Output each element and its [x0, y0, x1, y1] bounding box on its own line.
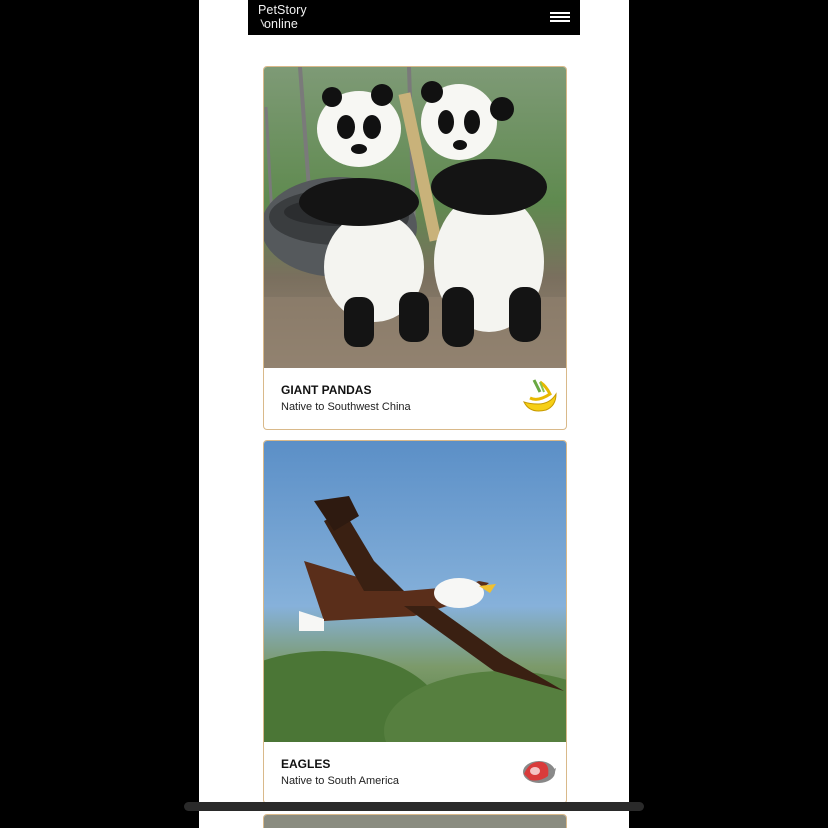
card-subtitle: Native to Southwest China	[281, 401, 411, 413]
pandas-photo	[264, 67, 566, 368]
banana-icon	[523, 379, 557, 412]
horizontal-scrollbar[interactable]	[184, 802, 644, 811]
card-subtitle: Native to South America	[281, 775, 400, 787]
top-navbar: PetStory online	[248, 0, 580, 35]
card-info: GIANT PANDAS Native to Southwest China	[264, 368, 566, 429]
next-card-photo	[264, 815, 566, 828]
card-title: GIANT PANDAS	[281, 383, 372, 397]
hamburger-menu-icon[interactable]	[550, 12, 570, 24]
eagle-photo	[264, 441, 566, 742]
animal-card-next[interactable]	[263, 814, 567, 828]
logo-line-1: PetStory	[258, 3, 307, 17]
logo-line-2: online	[264, 17, 298, 31]
card-info: EAGLES Native to South America	[264, 742, 566, 803]
site-logo[interactable]: PetStory online	[258, 3, 307, 31]
card-title: EAGLES	[281, 757, 331, 771]
animal-card-pandas[interactable]: GIANT PANDAS Native to Southwest China	[263, 66, 567, 430]
content-page: PetStory online GIANT PANDAS Native to S…	[199, 0, 629, 828]
animal-card-eagles[interactable]: EAGLES Native to South America	[263, 440, 567, 804]
meat-icon	[523, 761, 556, 783]
